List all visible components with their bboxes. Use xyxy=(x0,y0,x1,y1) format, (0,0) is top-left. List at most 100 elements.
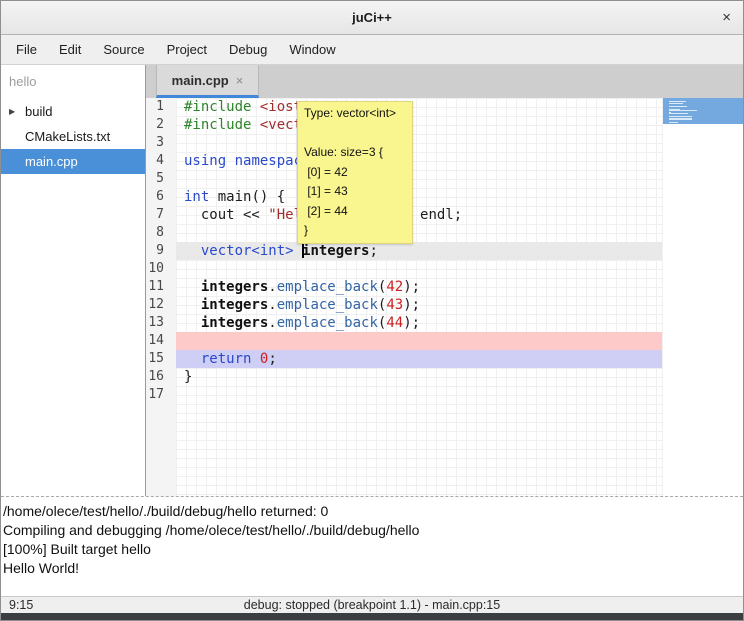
sidebar-item-label: build xyxy=(25,104,52,119)
sidebar-item-label: main.cpp xyxy=(25,154,78,169)
line-number[interactable]: 13 xyxy=(146,314,176,332)
tab-main-cpp[interactable]: main.cpp × xyxy=(156,65,259,98)
menu-item-source[interactable]: Source xyxy=(92,37,155,62)
main-area: hello ▶build CMakeLists.txt main.cpp main.… xyxy=(1,65,743,496)
code-line[interactable]: 13 integers.emplace_back(44); xyxy=(146,314,743,332)
code-line[interactable]: 16} xyxy=(146,368,743,386)
title-bar: juCi++ × xyxy=(1,1,743,35)
code-line[interactable]: 8 xyxy=(146,224,743,242)
line-number[interactable]: 1 xyxy=(146,98,176,116)
tooltip-line: [0] = 42 xyxy=(304,163,406,183)
minimap-code-line xyxy=(669,113,688,114)
line-number[interactable]: 7 xyxy=(146,206,176,224)
code-line[interactable]: 6int main() { xyxy=(146,188,743,206)
code-line-content[interactable]: integers.emplace_back(43); xyxy=(176,296,664,314)
sidebar-item-main-cpp[interactable]: main.cpp xyxy=(1,149,145,174)
code-line-content[interactable]: vector<int> integers; xyxy=(176,242,664,260)
terminal-line: /home/olece/test/hello/./build/debug/hel… xyxy=(3,502,741,521)
code-line[interactable]: 4using namespace std; xyxy=(146,152,743,170)
line-number[interactable]: 12 xyxy=(146,296,176,314)
menu-item-project[interactable]: Project xyxy=(156,37,218,62)
code-line[interactable]: 1#include <iostream> xyxy=(146,98,743,116)
code-line[interactable]: 5 xyxy=(146,170,743,188)
code-line-content[interactable]: return 0; xyxy=(176,350,664,368)
code-line[interactable]: 14 xyxy=(146,332,743,350)
code-line-content[interactable] xyxy=(176,170,664,188)
line-number[interactable]: 6 xyxy=(146,188,176,206)
code-line-content[interactable]: int main() { xyxy=(176,188,664,206)
sidebar-item-build[interactable]: ▶build xyxy=(1,99,145,124)
tab-close-icon[interactable]: × xyxy=(236,73,244,88)
terminal-output[interactable]: /home/olece/test/hello/./build/debug/hel… xyxy=(1,499,743,596)
tab-bar: main.cpp × xyxy=(146,65,743,98)
code-line[interactable]: 10 xyxy=(146,260,743,278)
editor-pane: main.cpp × 1#include <iostream>2#include… xyxy=(146,65,743,496)
line-number[interactable]: 11 xyxy=(146,278,176,296)
line-number[interactable]: 3 xyxy=(146,134,176,152)
tooltip-line: Type: vector<int> xyxy=(304,104,406,124)
code-line-content[interactable]: #include <vector> xyxy=(176,116,664,134)
code-line[interactable]: 3 xyxy=(146,134,743,152)
code-line[interactable]: 11 integers.emplace_back(42); xyxy=(146,278,743,296)
line-number[interactable]: 9 xyxy=(146,242,176,260)
minimap-scrollbar[interactable] xyxy=(662,98,743,496)
status-bar: 9:15 debug: stopped (breakpoint 1.1) - m… xyxy=(1,596,743,613)
line-number[interactable]: 14 xyxy=(146,332,176,350)
menu-bar: FileEditSourceProjectDebugWindow xyxy=(1,35,743,65)
file-tree-sidebar: hello ▶build CMakeLists.txt main.cpp xyxy=(1,65,146,496)
line-number[interactable]: 10 xyxy=(146,260,176,278)
debug-value-tooltip: Type: vector<int> Value: size=3 { [0] = … xyxy=(297,101,413,244)
line-number[interactable]: 16 xyxy=(146,368,176,386)
line-number[interactable]: 15 xyxy=(146,350,176,368)
minimap-code-line xyxy=(669,119,692,120)
code-line-content[interactable]: cout << "Hello World!" << endl; xyxy=(176,206,664,224)
code-line-content[interactable]: #include <iostream> xyxy=(176,98,664,116)
tooltip-line: Value: size=3 { xyxy=(304,143,406,163)
tooltip-line: } xyxy=(304,221,406,241)
tab-label: main.cpp xyxy=(172,73,229,88)
menu-item-window[interactable]: Window xyxy=(278,37,346,62)
code-line-content[interactable] xyxy=(176,386,664,404)
minimap-code-line xyxy=(669,124,671,125)
expander-icon: ▶ xyxy=(9,107,25,116)
code-line-content[interactable]: integers.emplace_back(42); xyxy=(176,278,664,296)
line-number[interactable]: 17 xyxy=(146,386,176,404)
code-line[interactable]: 2#include <vector> xyxy=(146,116,743,134)
minimap-viewport[interactable] xyxy=(663,98,743,124)
code-line[interactable]: 15 return 0; xyxy=(146,350,743,368)
project-name: hello xyxy=(1,65,145,99)
code-line-content[interactable] xyxy=(176,224,664,242)
menu-item-debug[interactable]: Debug xyxy=(218,37,278,62)
line-number[interactable]: 4 xyxy=(146,152,176,170)
tooltip-line: [2] = 44 xyxy=(304,202,406,222)
window-title: juCi++ xyxy=(352,10,392,25)
code-line-content[interactable] xyxy=(176,332,664,350)
line-number[interactable]: 5 xyxy=(146,170,176,188)
menu-item-edit[interactable]: Edit xyxy=(48,37,92,62)
terminal-line: Hello World! xyxy=(3,559,741,578)
code-line-content[interactable]: integers.emplace_back(44); xyxy=(176,314,664,332)
line-number[interactable]: 8 xyxy=(146,224,176,242)
sidebar-item-label: CMakeLists.txt xyxy=(25,129,110,144)
line-number[interactable]: 2 xyxy=(146,116,176,134)
minimap-code-line xyxy=(669,103,683,104)
tooltip-line: [1] = 43 xyxy=(304,182,406,202)
code-editor[interactable]: 1#include <iostream>2#include <vector>34… xyxy=(146,98,743,496)
sidebar-item-cmakelists-txt[interactable]: CMakeLists.txt xyxy=(1,124,145,149)
code-line-content[interactable]: } xyxy=(176,368,664,386)
code-line-content[interactable]: using namespace std; xyxy=(176,152,664,170)
app-window: juCi++ × FileEditSourceProjectDebugWindo… xyxy=(0,0,744,621)
close-icon[interactable]: × xyxy=(722,9,731,27)
code-lines: 1#include <iostream>2#include <vector>34… xyxy=(146,98,743,404)
code-line[interactable]: 9 vector<int> integers; xyxy=(146,242,743,260)
code-line-content[interactable] xyxy=(176,260,664,278)
code-line-content[interactable] xyxy=(176,134,664,152)
minimap-code-line xyxy=(669,106,687,107)
code-line[interactable]: 17 xyxy=(146,386,743,404)
code-line[interactable]: 12 integers.emplace_back(43); xyxy=(146,296,743,314)
menu-item-file[interactable]: File xyxy=(5,37,48,62)
minimap-code-line xyxy=(669,110,697,111)
code-line[interactable]: 7 cout << "Hello World!" << endl; xyxy=(146,206,743,224)
terminal-line: Compiling and debugging /home/olece/test… xyxy=(3,521,741,540)
debug-status: debug: stopped (breakpoint 1.1) - main.c… xyxy=(1,598,743,612)
